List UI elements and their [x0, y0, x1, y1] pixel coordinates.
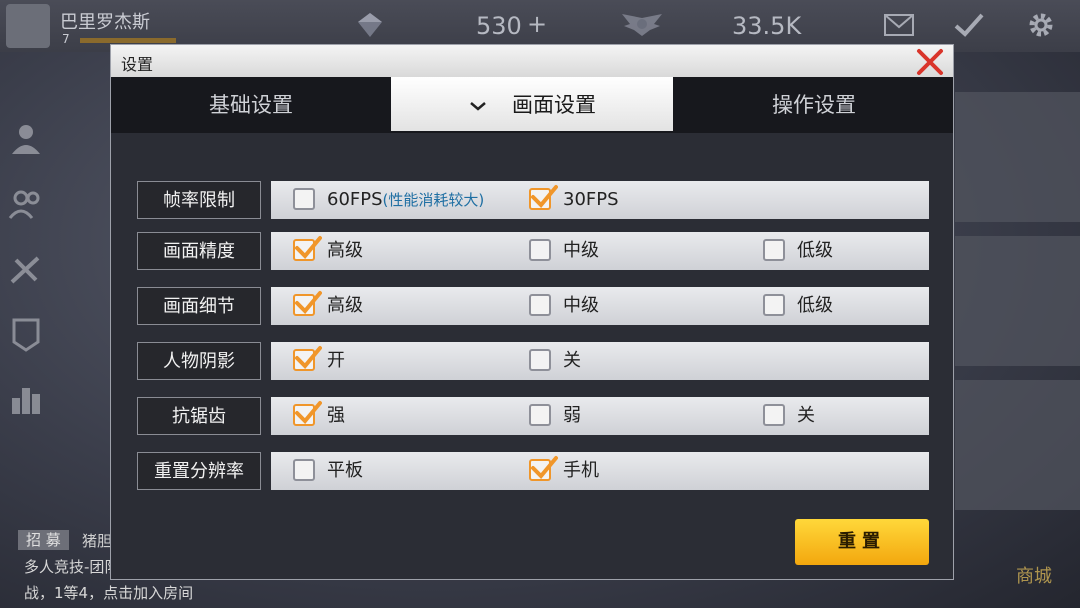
checkbox-unchecked[interactable] — [529, 294, 551, 316]
option-label: 强 — [327, 405, 345, 426]
player-level: 7 — [62, 32, 70, 46]
option-label: 低级 — [797, 240, 833, 261]
close-icon[interactable] — [915, 47, 945, 77]
tab-basic-settings[interactable]: 基础设置 — [111, 77, 391, 133]
checkbox-unchecked[interactable] — [763, 239, 785, 261]
checkbox-checked[interactable] — [529, 456, 558, 481]
player-name: 巴里罗杰斯 — [60, 12, 150, 33]
settings-dialog: 设置 基础设置 画面设置 操作设置 帧率限制 60FPS(性能消耗较大) 30F… — [110, 44, 954, 580]
setting-label: 帧率限制 — [137, 181, 261, 219]
gem-icon — [358, 13, 382, 37]
gear-icon[interactable] — [1026, 10, 1056, 40]
checkbox-unchecked[interactable] — [529, 404, 551, 426]
checkbox-unchecked[interactable] — [763, 294, 785, 316]
level-progress — [80, 38, 176, 43]
setting-label: 重置分辨率 — [137, 452, 261, 490]
dialog-title-bar: 设置 — [111, 45, 953, 77]
tab-graphics-settings[interactable]: 画面设置 — [391, 77, 673, 131]
option-label: 关 — [797, 405, 815, 426]
checkmark-icon — [531, 456, 558, 479]
performance-note: (性能消耗较大) — [382, 191, 485, 209]
silver-amount: 33.5K — [732, 12, 802, 40]
checkbox-checked[interactable] — [293, 236, 322, 261]
gold-amount: 530 — [476, 12, 522, 40]
checkbox-checked[interactable] — [529, 185, 558, 210]
option-bar: 高级 中级 低级 — [271, 287, 929, 325]
tab-label: 画面设置 — [512, 93, 596, 117]
setting-label: 抗锯齿 — [137, 397, 261, 435]
add-gold-button[interactable]: + — [527, 10, 547, 38]
chevron-down-icon — [470, 102, 486, 111]
dialog-title: 设置 — [121, 57, 154, 74]
mode-card-1[interactable] — [955, 92, 1080, 222]
option-label: 中级 — [563, 240, 599, 261]
option-bar: 平板 手机 — [271, 452, 929, 490]
setting-label: 人物阴影 — [137, 342, 261, 380]
setting-label: 画面细节 — [137, 287, 261, 325]
task-check-icon[interactable] — [954, 12, 984, 38]
checkbox-unchecked[interactable] — [529, 349, 551, 371]
option-label: 60FPS(性能消耗较大) — [327, 189, 485, 210]
mode-card-2[interactable] — [955, 236, 1080, 366]
recruit-tag: 招 募 — [18, 530, 69, 550]
checkmark-icon — [295, 236, 322, 259]
option-label: 中级 — [563, 295, 599, 316]
checkbox-unchecked[interactable] — [529, 239, 551, 261]
leaderboard-icon[interactable] — [8, 380, 44, 416]
friends-icon[interactable] — [8, 186, 44, 222]
option-label: 手机 — [563, 460, 599, 481]
setting-row-character-shadow: 人物阴影 开 关 — [135, 342, 929, 382]
shop-button[interactable]: 商城 — [1016, 562, 1052, 588]
tab-label: 操作设置 — [772, 93, 856, 117]
option-label: 关 — [563, 350, 581, 371]
checkbox-unchecked[interactable] — [763, 404, 785, 426]
checkmark-icon — [295, 401, 322, 424]
setting-row-graphics-quality: 画面精度 高级 中级 低级 — [135, 232, 929, 272]
rank-icon[interactable] — [8, 316, 44, 352]
wings-icon — [622, 14, 662, 36]
checkbox-checked[interactable] — [293, 401, 322, 426]
setting-row-frame-rate: 帧率限制 60FPS(性能消耗较大) 30FPS — [135, 181, 929, 221]
option-label: 开 — [327, 350, 345, 371]
checkmark-icon — [531, 185, 558, 208]
checkbox-checked[interactable] — [293, 346, 322, 371]
option-label: 高级 — [327, 240, 363, 261]
checkmark-icon — [295, 346, 322, 369]
player-avatar[interactable] — [6, 4, 50, 48]
checkbox-checked[interactable] — [293, 291, 322, 316]
option-bar: 60FPS(性能消耗较大) 30FPS — [271, 181, 929, 219]
setting-row-reset-resolution: 重置分辨率 平板 手机 — [135, 452, 929, 492]
mail-icon[interactable] — [884, 14, 914, 36]
reset-button[interactable]: 重置 — [795, 519, 929, 565]
option-label: 平板 — [327, 460, 363, 481]
checkbox-unchecked[interactable] — [293, 188, 315, 210]
setting-row-anti-aliasing: 抗锯齿 强 弱 关 — [135, 397, 929, 437]
tab-label: 基础设置 — [209, 93, 293, 117]
setting-label: 画面精度 — [137, 232, 261, 270]
option-bar: 高级 中级 低级 — [271, 232, 929, 270]
setting-row-graphics-detail: 画面细节 高级 中级 低级 — [135, 287, 929, 327]
option-label: 高级 — [327, 295, 363, 316]
option-bar: 强 弱 关 — [271, 397, 929, 435]
profile-icon[interactable] — [8, 120, 44, 156]
weapon-icon[interactable] — [8, 252, 44, 288]
option-bar: 开 关 — [271, 342, 929, 380]
settings-tabs: 基础设置 画面设置 操作设置 — [111, 77, 953, 133]
checkbox-unchecked[interactable] — [293, 459, 315, 481]
option-label: 低级 — [797, 295, 833, 316]
tab-control-settings[interactable]: 操作设置 — [673, 77, 955, 133]
option-label: 弱 — [563, 405, 581, 426]
option-label: 30FPS — [563, 189, 619, 210]
checkmark-icon — [295, 291, 322, 314]
recruit-message-line-2[interactable]: 战，1等4，点击加入房间 — [24, 582, 193, 603]
mode-card-3[interactable] — [955, 380, 1080, 510]
